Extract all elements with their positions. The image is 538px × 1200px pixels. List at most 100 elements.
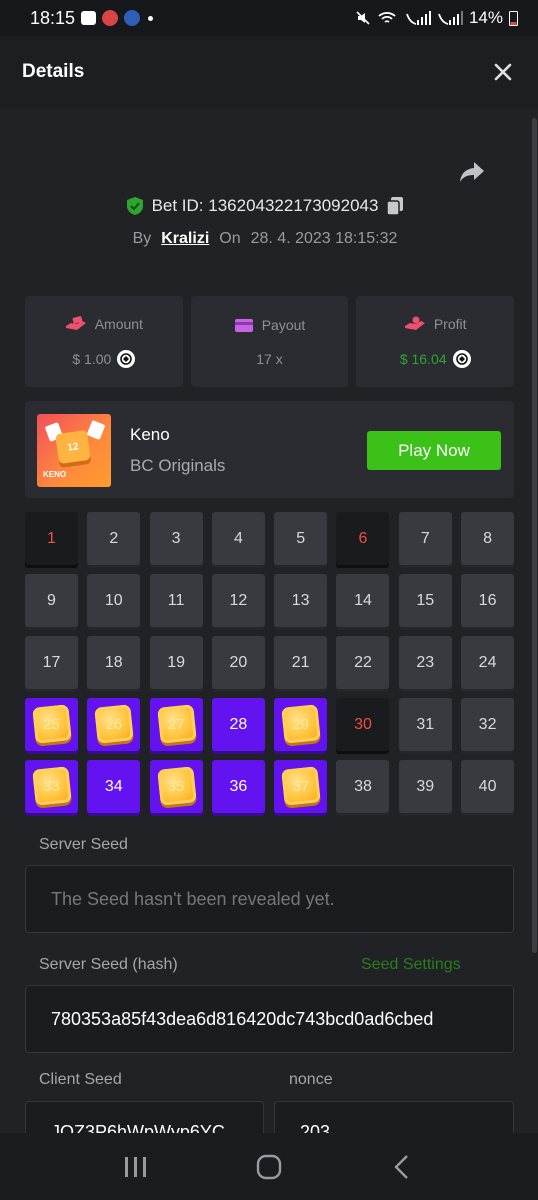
keno-thumbnail[interactable]: 12 KENO xyxy=(37,414,111,487)
nonce-field[interactable]: 203 xyxy=(274,1101,514,1133)
keno-cell-26[interactable]: 26 xyxy=(87,698,141,751)
keno-cell-28[interactable]: 28 xyxy=(211,698,265,751)
keno-cell-1[interactable]: 1 xyxy=(25,512,78,565)
keno-cell-number: 35 xyxy=(167,778,185,795)
scrollbar-thumb[interactable] xyxy=(532,118,537,953)
keno-cell-24[interactable]: 24 xyxy=(461,636,515,689)
keno-cell-number: 11 xyxy=(167,591,185,609)
keno-cell-number: 38 xyxy=(354,777,372,795)
recent-apps-button[interactable] xyxy=(116,1147,156,1187)
keno-cell-8[interactable]: 8 xyxy=(461,512,515,565)
client-seed-field[interactable]: JOZ3P6hWpWyp6YC xyxy=(25,1101,264,1133)
play-now-button[interactable]: Play Now xyxy=(367,431,501,470)
keno-cell-4[interactable]: 4 xyxy=(211,512,265,565)
keno-cell-23[interactable]: 23 xyxy=(398,636,452,689)
keno-cell-number: 1 xyxy=(47,529,56,547)
keno-cube-icon: 12 xyxy=(55,429,91,465)
keno-cell-number: 25 xyxy=(43,716,60,733)
keno-cell-number: 5 xyxy=(296,529,306,547)
seed-settings-link[interactable]: Seed Settings xyxy=(361,956,461,974)
battery-text: 14% xyxy=(468,8,503,27)
stat-profit: Profit $ 16.04 xyxy=(356,296,515,387)
keno-cell-38[interactable]: 38 xyxy=(336,760,390,813)
home-button[interactable] xyxy=(249,1147,289,1187)
keno-cell-35[interactable]: 35 xyxy=(149,760,203,813)
stat-profit-label: Profit xyxy=(433,315,467,332)
recent-apps-icon xyxy=(125,1156,147,1177)
server-hash-field[interactable]: 780353a85f43dea6d816420dc743bcd0ad6cbed xyxy=(25,985,514,1053)
stat-profit-value: $ 16.04 xyxy=(399,350,447,367)
stat-amount-label: Amount xyxy=(94,315,143,332)
keno-cell-15[interactable]: 15 xyxy=(398,574,452,627)
keno-cell-5[interactable]: 5 xyxy=(274,512,328,565)
share-button[interactable] xyxy=(458,160,490,186)
keno-cell-number: 36 xyxy=(229,777,248,795)
keno-cell-31[interactable]: 31 xyxy=(398,698,452,751)
keno-cell-number: 12 xyxy=(229,591,248,609)
keno-cell-13[interactable]: 13 xyxy=(274,574,328,627)
keno-cell-number: 10 xyxy=(104,591,123,609)
keno-cell-number: 17 xyxy=(42,653,61,671)
keno-cell-14[interactable]: 14 xyxy=(336,574,390,627)
keno-cell-40[interactable]: 40 xyxy=(461,760,515,813)
keno-cell-19[interactable]: 19 xyxy=(149,636,203,689)
keno-cell-number: 23 xyxy=(416,653,435,671)
stat-payout: Payout 17 x xyxy=(190,296,349,387)
coin-icon xyxy=(117,349,136,368)
copy-icon[interactable] xyxy=(386,196,404,216)
game-name[interactable]: Keno xyxy=(130,425,170,445)
keno-cell-number: 33 xyxy=(43,778,60,795)
keno-cell-30[interactable]: 30 xyxy=(336,698,390,751)
stat-amount: Amount $ 1.00 xyxy=(25,296,183,387)
keno-cell-number: 40 xyxy=(478,777,497,795)
keno-cell-25[interactable]: 25 xyxy=(25,698,78,751)
keno-cell-29[interactable]: 29 xyxy=(274,698,328,751)
keno-cell-22[interactable]: 22 xyxy=(336,636,390,689)
details-header: Details xyxy=(0,36,538,108)
keno-cell-16[interactable]: 16 xyxy=(461,574,515,627)
keno-cell-number: 28 xyxy=(229,715,248,733)
close-button[interactable] xyxy=(490,59,516,85)
keno-cell-3[interactable]: 3 xyxy=(149,512,203,565)
keno-cell-27[interactable]: 27 xyxy=(149,698,203,751)
keno-cell-number: 4 xyxy=(233,529,243,547)
keno-cell-12[interactable]: 12 xyxy=(211,574,265,627)
gallery-icon xyxy=(81,11,97,25)
keno-cell-number: 39 xyxy=(416,777,435,795)
details-content[interactable]: Bet ID: 136204322173092043 By Kralizi On… xyxy=(0,108,530,1133)
stat-payout-value: 17 x xyxy=(256,350,283,367)
keno-cell-number: 2 xyxy=(109,529,119,547)
keno-cell-6[interactable]: 6 xyxy=(336,512,390,565)
keno-cell-number: 29 xyxy=(292,716,310,733)
keno-cell-34[interactable]: 34 xyxy=(87,760,141,813)
status-time: 18:15 xyxy=(30,7,76,28)
keno-cell-21[interactable]: 21 xyxy=(274,636,328,689)
keno-cell-39[interactable]: 39 xyxy=(398,760,452,813)
keno-cell-number: 7 xyxy=(420,529,430,547)
user-link[interactable]: Kralizi xyxy=(161,230,209,248)
keno-cell-18[interactable]: 18 xyxy=(87,636,141,689)
keno-cell-number: 18 xyxy=(104,653,123,671)
keno-cell-11[interactable]: 11 xyxy=(149,574,203,627)
keno-cell-number: 22 xyxy=(354,653,372,671)
status-right: 14% xyxy=(355,8,518,28)
keno-cell-20[interactable]: 20 xyxy=(211,636,265,689)
signal-icon-1 xyxy=(406,11,431,25)
server-seed-field[interactable]: The Seed hasn't been revealed yet. xyxy=(25,865,514,933)
keno-cell-17[interactable]: 17 xyxy=(25,636,78,689)
keno-cell-2[interactable]: 2 xyxy=(87,512,141,565)
keno-cell-36[interactable]: 36 xyxy=(211,760,265,813)
keno-cell-33[interactable]: 33 xyxy=(25,760,78,813)
keno-cell-9[interactable]: 9 xyxy=(25,574,78,627)
keno-cell-37[interactable]: 37 xyxy=(274,760,328,813)
bet-id-row: Bet ID: 136204322173092043 xyxy=(0,196,530,216)
back-button[interactable] xyxy=(382,1147,422,1187)
keno-cell-10[interactable]: 10 xyxy=(87,574,141,627)
keno-cell-number: 24 xyxy=(478,653,497,671)
keno-cell-number: 3 xyxy=(171,529,181,547)
game-provider: BC Originals xyxy=(130,456,226,475)
stat-amount-value: $ 1.00 xyxy=(72,350,112,367)
keno-cell-7[interactable]: 7 xyxy=(398,512,452,565)
stat-payout-label: Payout xyxy=(261,316,306,333)
keno-cell-32[interactable]: 32 xyxy=(461,698,515,751)
